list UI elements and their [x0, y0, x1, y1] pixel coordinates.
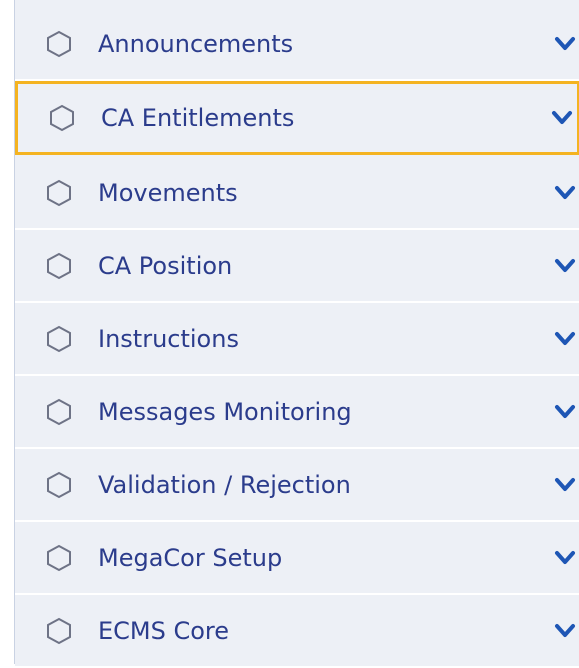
menu-item-label: CA Position: [98, 251, 233, 280]
menu-item-label: Movements: [98, 178, 238, 207]
menu-item-label: Validation / Rejection: [98, 470, 351, 499]
hexagon-icon: [47, 544, 71, 571]
menu-item-ca-position[interactable]: CA Position: [15, 230, 579, 303]
menu-item-label: MegaCor Setup: [98, 543, 283, 572]
hexagon-icon: [47, 252, 71, 279]
menu-item-label: Messages Monitoring: [98, 397, 352, 426]
chevron-down-icon[interactable]: [554, 330, 576, 348]
menu-item-movements[interactable]: Movements: [15, 157, 579, 230]
chevron-down-icon[interactable]: [551, 109, 573, 127]
menu-item-validation-rejection[interactable]: Validation / Rejection: [15, 449, 579, 522]
menu-item-announcements[interactable]: Announcements: [15, 8, 579, 81]
chevron-down-icon[interactable]: [554, 622, 576, 640]
menu-item-ecms-core[interactable]: ECMS Core: [15, 595, 579, 668]
menu-item-label: Instructions: [98, 324, 239, 353]
menu-item-label: ECMS Core: [98, 616, 230, 645]
chevron-down-icon[interactable]: [554, 184, 576, 202]
hexagon-icon: [47, 179, 71, 206]
chevron-down-icon[interactable]: [554, 476, 576, 494]
menu-item-ca-entitlements[interactable]: CA Entitlements: [15, 81, 579, 155]
menu-item-label: Announcements: [98, 29, 294, 58]
hexagon-icon: [47, 617, 71, 644]
menu-item-megacor-setup[interactable]: MegaCor Setup: [15, 522, 579, 595]
hexagon-icon: [50, 104, 74, 132]
chevron-down-icon[interactable]: [554, 257, 576, 275]
hexagon-icon: [47, 471, 71, 498]
hexagon-icon: [47, 398, 71, 425]
menu-item-instructions[interactable]: Instructions: [15, 303, 579, 376]
navigation-menu: Announcements CA Entitlements Movements …: [14, 0, 579, 668]
chevron-down-icon[interactable]: [554, 549, 576, 567]
hexagon-icon: [47, 30, 71, 57]
menu-item-label: CA Entitlements: [101, 104, 295, 132]
chevron-down-icon[interactable]: [554, 35, 576, 53]
chevron-down-icon[interactable]: [554, 403, 576, 421]
hexagon-icon: [47, 325, 71, 352]
menu-item-messages-monitoring[interactable]: Messages Monitoring: [15, 376, 579, 449]
